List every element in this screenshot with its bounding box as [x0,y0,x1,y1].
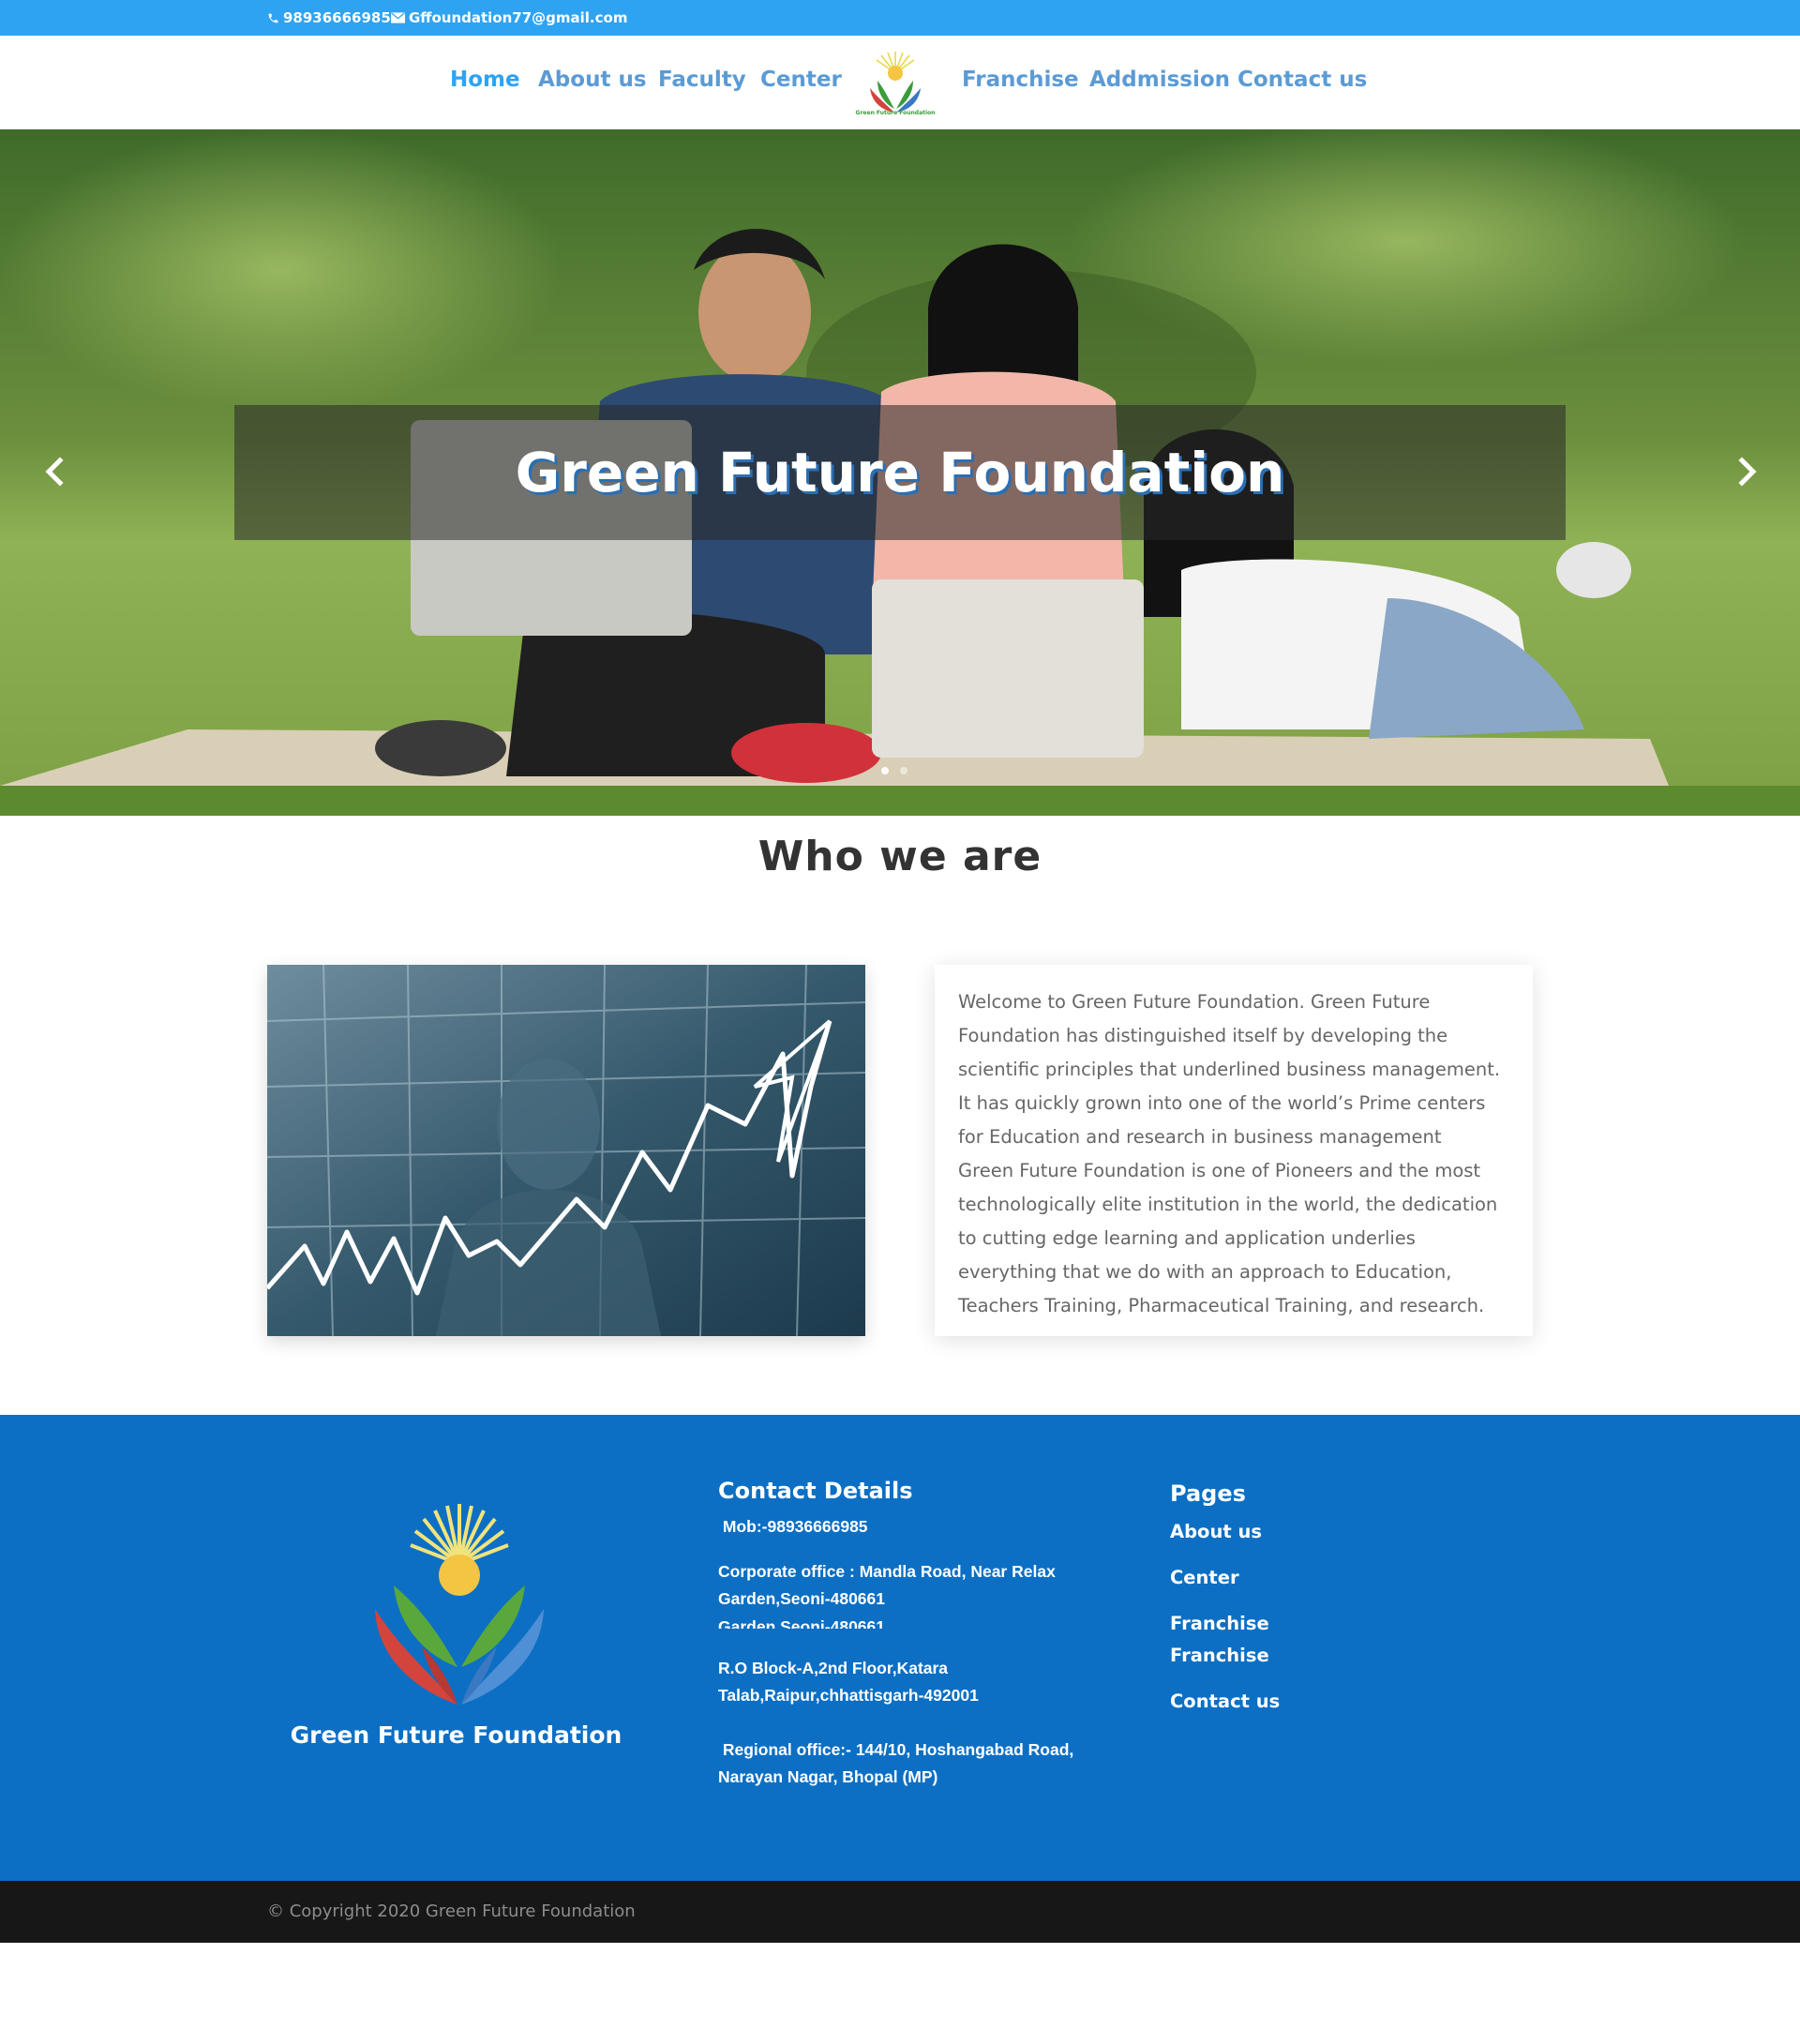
contact-corporate-office-overflow: Garden,Seoni-480661 [718,1617,885,1629]
slider-dot[interactable] [881,767,889,774]
hero-title: Green Future Foundation [515,441,1285,504]
site-logo-icon[interactable] [855,47,936,118]
footer-org-name: Green Future Foundation [290,1721,622,1749]
copyright-bar: © Copyright 2020 Green Future Foundation [0,1881,1800,1943]
chevron-right-icon[interactable] [1731,453,1764,490]
copyright-text: © Copyright 2020 Green Future Foundation [267,1901,636,1921]
pages-heading: Pages [1170,1480,1246,1507]
footer-link-franchise[interactable]: Franchise [1170,1613,1269,1634]
nav-about-us[interactable]: About us [538,68,647,92]
slider-dot[interactable] [900,767,908,774]
phone-number: 98936666985 [283,9,391,26]
main-header: Home About us Faculty Center Green Futur… [0,36,1800,129]
hero-slider: Green Future Foundation [0,129,1800,816]
phone-icon [268,13,278,23]
contact-corporate-office: Corporate office : Mandla Road, Near Rel… [718,1562,1056,1608]
site-footer: Green Future Foundation Contact Details … [0,1415,1800,1881]
nav-contact-us[interactable]: Contact us [1238,68,1367,92]
growth-chart-image [267,965,865,1336]
contact-regional-office: Regional office:- 144/10, Hoshangabad Ro… [718,1740,1079,1786]
nav-faculty[interactable]: Faculty [658,68,746,92]
nav-home[interactable]: Home [450,68,520,92]
about-paragraph: Welcome to Green Future Foundation. Gree… [958,991,1501,1148]
contact-details-heading: Contact Details [718,1478,913,1504]
slider-pagination [881,767,908,774]
top-bar: 98936666985 Gffoundation77@gmail.com [0,0,1800,36]
about-paragraph: Green Future Foundation is one of Pionee… [958,1160,1498,1316]
email-address: Gffoundation77@gmail.com [409,9,628,26]
section-heading-who-we-are: Who we are [758,833,1042,880]
about-text-card: Welcome to Green Future Foundation. Gree… [935,965,1533,1336]
contact-ro-office: R.O Block-A,2nd Floor,Katara Talab,Raipu… [718,1659,979,1705]
nav-franchise[interactable]: Franchise [962,68,1079,92]
footer-link-contact-us[interactable]: Contact us [1170,1691,1280,1712]
nav-center[interactable]: Center [760,68,842,92]
logo-caption: Green Future Foundation [855,110,936,116]
chevron-left-icon[interactable] [38,453,71,490]
footer-link-center[interactable]: Center [1170,1567,1239,1588]
envelope-icon [391,12,405,23]
contact-mobile: Mob:-98936666985 [718,1517,868,1536]
footer-link-about-us[interactable]: About us [1170,1521,1262,1542]
nav-admission[interactable]: Addmission [1089,68,1230,92]
email-contact[interactable]: Gffoundation77@gmail.com [391,9,627,26]
footer-logo-icon [375,1504,544,1705]
footer-link-franchise-duplicate[interactable]: Franchise [1170,1645,1269,1666]
hero-caption-box: Green Future Foundation [234,405,1566,540]
phone-contact[interactable]: 98936666985 [267,9,391,26]
